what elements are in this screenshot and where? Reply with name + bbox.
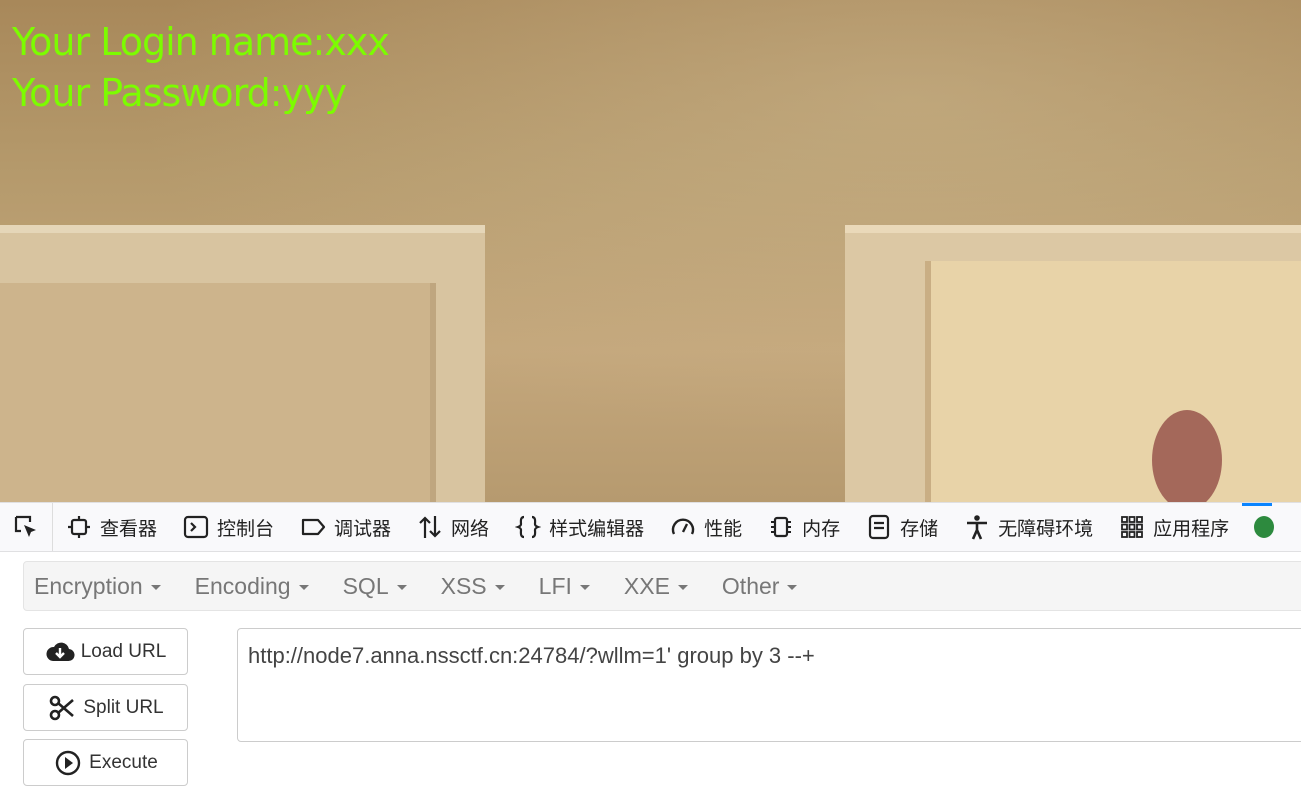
menu-sql[interactable]: SQL [343,573,417,600]
tab-style-editor[interactable]: 样式编辑器 [502,503,657,551]
tab-label: 性能 [704,518,743,540]
split-url-button[interactable]: Split URL [23,684,188,731]
caret-down-icon [298,585,309,590]
network-icon [419,516,441,538]
menu-other[interactable]: Other [722,573,808,600]
tab-label: 网络 [451,518,490,540]
background-door-right [845,225,1301,502]
tab-label: 内存 [802,518,841,540]
menu-label: SQL [342,572,389,599]
tab-application[interactable]: 应用程序 [1106,503,1242,551]
tab-label: 样式编辑器 [549,518,645,540]
tab-performance[interactable]: 性能 [657,503,755,551]
console-icon [183,515,209,539]
element-picker-icon [14,515,36,537]
menu-label: Other [721,572,780,599]
tab-hackbar-extension[interactable] [1242,503,1275,551]
page-viewport: Your Login name:xxx Your Password:yyy [0,0,1301,502]
execute-button[interactable]: Execute [23,739,188,786]
tab-network[interactable]: 网络 [404,503,502,551]
menu-encoding[interactable]: Encoding [195,573,319,600]
scissors-icon [50,695,75,720]
tab-label: 存储 [900,518,939,540]
tab-debugger[interactable]: 调试器 [287,503,404,551]
tab-label: 查看器 [100,518,158,540]
caret-down-icon [150,585,161,590]
tab-inspector[interactable]: 查看器 [53,503,170,551]
tab-label: 无障碍环境 [998,518,1094,540]
caret-down-icon [494,585,505,590]
menu-xss[interactable]: XSS [441,573,515,600]
load-url-button[interactable]: Load URL [23,628,188,675]
hackbar-menu-bar: Encryption Encoding SQL XSS LFI XXE Othe… [23,561,1301,611]
caret-down-icon [579,585,590,590]
tab-label: 应用程序 [1153,518,1230,540]
caret-down-icon [396,585,407,590]
style-editor-icon [515,515,542,539]
login-name-text: Your Login name:xxx [12,20,390,64]
performance-icon [671,518,695,535]
menu-label: Encryption [34,572,143,599]
tab-console[interactable]: 控制台 [170,503,287,551]
background-person-ear [1152,410,1222,502]
tab-storage[interactable]: 存储 [853,503,951,551]
execute-label: Execute [89,751,158,773]
url-input[interactable]: http://node7.anna.nssctf.cn:24784/?wllm=… [237,628,1301,742]
password-text: Your Password:yyy [12,71,347,115]
menu-lfi[interactable]: LFI [539,573,600,600]
background-door-left [0,225,485,502]
application-icon [1121,516,1144,538]
menu-label: XSS [440,572,487,599]
split-url-label: Split URL [83,696,164,718]
hackbar-extension-icon [1254,516,1275,538]
element-picker-button[interactable] [0,503,53,551]
memory-icon [771,516,792,538]
login-info: Your Login name:xxx Your Password:yyy [12,17,390,119]
tab-memory[interactable]: 内存 [755,503,853,551]
cloud-download-icon [46,642,75,661]
debugger-icon [301,518,326,536]
devtools-toolbar: 查看器 控制台 调试器 网络 样式编辑器 性能 内存 存储 无障碍环境 应用程序 [0,502,1301,552]
menu-encryption[interactable]: Encryption [34,573,171,600]
tab-label: 控制台 [217,518,275,540]
menu-label: Encoding [194,572,291,599]
menu-xxe[interactable]: XXE [624,573,698,600]
accessibility-icon [967,515,988,540]
menu-label: XXE [623,572,670,599]
load-url-label: Load URL [80,640,167,662]
tab-accessibility[interactable]: 无障碍环境 [951,503,1106,551]
caret-down-icon [787,585,798,590]
storage-icon [869,514,890,540]
menu-label: LFI [538,572,572,599]
caret-down-icon [677,585,688,590]
play-circle-icon [55,750,81,775]
inspector-icon [68,516,90,538]
tab-label: 调试器 [334,518,392,540]
